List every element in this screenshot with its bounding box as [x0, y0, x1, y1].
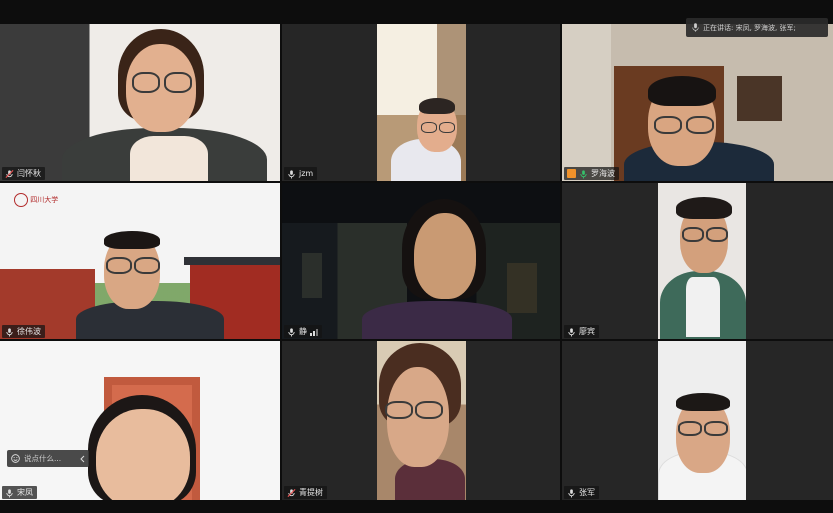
name-tag: jzm: [284, 167, 318, 180]
video-tile-6[interactable]: 廖宾: [562, 183, 833, 339]
video-tile-4[interactable]: 四川大学 徐伟波: [0, 183, 280, 339]
logo-text: 四川大学: [30, 196, 59, 204]
video-tile-1[interactable]: 闫怀秋: [0, 24, 280, 181]
video-grid: 闫怀秋 jzm 罗海波 四川大学 徐伟波 静 廖宾 宋凤 青提树 张军: [0, 24, 833, 500]
microphone-icon: [692, 23, 699, 32]
participant-name: 青提树: [299, 488, 323, 497]
share-badge-icon: [567, 169, 576, 178]
participant-video: [562, 24, 833, 181]
microphone-muted-icon: [5, 169, 14, 178]
chat-input[interactable]: 说点什么...: [7, 450, 89, 467]
participant-video: [658, 183, 746, 339]
microphone-active-icon: [580, 169, 587, 178]
video-tile-3[interactable]: 罗海波: [562, 24, 833, 181]
name-tag: 宋凤: [2, 486, 37, 499]
name-tag: 静: [284, 325, 322, 338]
name-tag: 青提树: [284, 486, 327, 499]
video-tile-5[interactable]: 静: [282, 183, 560, 339]
microphone-icon: [288, 169, 295, 178]
video-tile-7[interactable]: 宋凤: [0, 341, 280, 500]
name-tag: 廖宾: [564, 325, 599, 338]
participant-name: 廖宾: [579, 327, 595, 336]
participant-name: 罗海波: [591, 169, 615, 178]
microphone-icon: [6, 327, 13, 336]
chat-placeholder: 说点什么...: [24, 454, 62, 463]
signal-bars-icon: [310, 328, 318, 336]
microphone-icon: [568, 327, 575, 336]
video-tile-9[interactable]: 张军: [562, 341, 833, 500]
participant-video: [377, 341, 466, 500]
university-logo: 四川大学: [14, 193, 58, 207]
name-tag: 闫怀秋: [2, 167, 45, 180]
video-tile-2[interactable]: jzm: [282, 24, 560, 181]
video-tile-8[interactable]: 青提树: [282, 341, 560, 500]
speaking-indicator-text: 正在讲话: 宋凤, 罗海波, 张军;: [703, 23, 796, 32]
participant-name: jzm: [299, 169, 314, 178]
participant-name: 闫怀秋: [17, 169, 41, 178]
name-tag: 罗海波: [564, 167, 619, 180]
participant-video: [658, 341, 746, 500]
participant-video: [0, 24, 280, 181]
participant-video: 四川大学: [0, 183, 280, 339]
participant-video: [282, 183, 560, 339]
participant-name: 宋凤: [17, 488, 33, 497]
microphone-muted-icon: [287, 488, 296, 497]
participant-video: [377, 24, 466, 181]
participant-name: 张军: [579, 488, 595, 497]
speaking-indicator: 正在讲话: 宋凤, 罗海波, 张军;: [686, 18, 828, 37]
participant-video: [0, 341, 280, 500]
participant-name: 徐伟波: [17, 327, 41, 336]
participant-name: 静: [299, 327, 307, 336]
emoji-icon[interactable]: [11, 454, 20, 463]
logo-seal-icon: [14, 193, 28, 207]
chevron-left-icon[interactable]: [79, 455, 85, 463]
microphone-icon: [288, 327, 295, 336]
microphone-icon: [6, 488, 13, 497]
name-tag: 张军: [564, 486, 599, 499]
microphone-icon: [568, 488, 575, 497]
name-tag: 徐伟波: [2, 325, 45, 338]
